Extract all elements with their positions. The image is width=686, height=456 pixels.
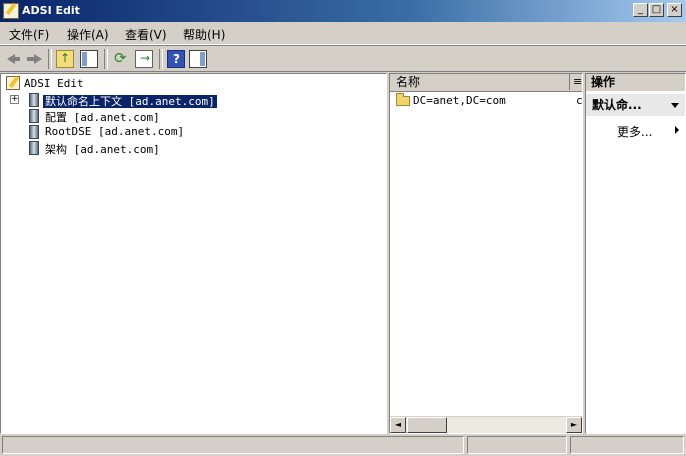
- up-folder-icon[interactable]: [56, 50, 74, 68]
- toolbar-separator: [159, 49, 163, 69]
- toolbar-separator: [48, 49, 52, 69]
- export-list-icon[interactable]: [135, 50, 153, 68]
- status-bar: [0, 434, 686, 456]
- status-cell-main: [2, 436, 464, 454]
- toolbar: [0, 45, 686, 72]
- tree-node-label: 默认命名上下文 [ad.anet.com]: [42, 94, 218, 109]
- list-header: 名称 ≡: [390, 74, 582, 92]
- tree-node-rootdse[interactable]: RootDSE [ad.anet.com]: [45, 125, 184, 138]
- column-header-name[interactable]: 名称: [390, 74, 570, 90]
- tree-node-configuration[interactable]: 配置 [ad.anet.com]: [45, 109, 160, 125]
- collapse-arrow-icon[interactable]: [671, 103, 679, 108]
- adsi-edit-app-icon[interactable]: [3, 3, 19, 19]
- horizontal-scrollbar[interactable]: ◄ ►: [390, 416, 582, 433]
- expand-icon[interactable]: +: [10, 95, 19, 104]
- toolbar-separator: [104, 49, 108, 69]
- status-cell-secondary: [467, 436, 567, 454]
- menu-help[interactable]: 帮助(H): [183, 26, 225, 43]
- forward-icon[interactable]: [25, 50, 43, 68]
- show-hide-action-pane-icon[interactable]: [189, 50, 207, 68]
- naming-context-node-icon: [29, 109, 39, 123]
- actions-section-default-naming-context[interactable]: 默认命...: [586, 94, 685, 116]
- title-bar[interactable]: ADSI Edit _ □ ×: [0, 0, 686, 22]
- naming-context-node-icon: [29, 93, 39, 107]
- tree-node-schema[interactable]: 架构 [ad.anet.com]: [45, 141, 160, 157]
- maximize-button[interactable]: □: [649, 3, 664, 17]
- console-tree-pane[interactable]: ADSI Edit + 默认命名上下文 [ad.anet.com] 配置 [ad…: [0, 73, 387, 434]
- tree-node-default-naming-context[interactable]: 默认命名上下文 [ad.anet.com]: [42, 93, 218, 109]
- help-icon[interactable]: [167, 50, 185, 68]
- list-item-truncated-column: c: [576, 94, 583, 107]
- list-item[interactable]: DC=anet,DC=com: [413, 94, 506, 107]
- folder-icon: [396, 93, 410, 106]
- menu-action[interactable]: 操作(A): [67, 26, 109, 43]
- menu-view[interactable]: 查看(V): [125, 26, 167, 43]
- refresh-icon[interactable]: [112, 49, 130, 68]
- show-hide-console-tree-icon[interactable]: [80, 50, 98, 68]
- actions-pane: 操作 默认命... 更多...: [585, 73, 686, 434]
- menu-bar: 文件(F) 操作(A) 查看(V) 帮助(H): [0, 22, 686, 45]
- results-list-pane[interactable]: 名称 ≡ DC=anet,DC=com c ◄ ►: [389, 73, 583, 434]
- back-icon[interactable]: [4, 50, 22, 68]
- status-cell-tertiary: [570, 436, 684, 454]
- submenu-arrow-icon[interactable]: [675, 126, 679, 134]
- naming-context-node-icon: [29, 125, 39, 139]
- column-header-next[interactable]: ≡: [571, 74, 584, 90]
- window-title: ADSI Edit: [22, 4, 80, 17]
- more-actions-link[interactable]: 更多...: [617, 123, 652, 140]
- tree-root-adsi-edit[interactable]: ADSI Edit: [24, 77, 84, 90]
- adsi-edit-root-icon: [6, 76, 20, 90]
- minimize-button[interactable]: _: [633, 3, 648, 17]
- naming-context-node-icon: [29, 141, 39, 155]
- close-button[interactable]: ×: [667, 3, 682, 17]
- scroll-left-button[interactable]: ◄: [390, 417, 406, 433]
- menu-file[interactable]: 文件(F): [9, 26, 49, 43]
- scroll-thumb[interactable]: [407, 417, 447, 433]
- actions-header: 操作: [586, 74, 685, 91]
- scroll-right-button[interactable]: ►: [566, 417, 582, 433]
- actions-section-label: 默认命...: [592, 98, 642, 112]
